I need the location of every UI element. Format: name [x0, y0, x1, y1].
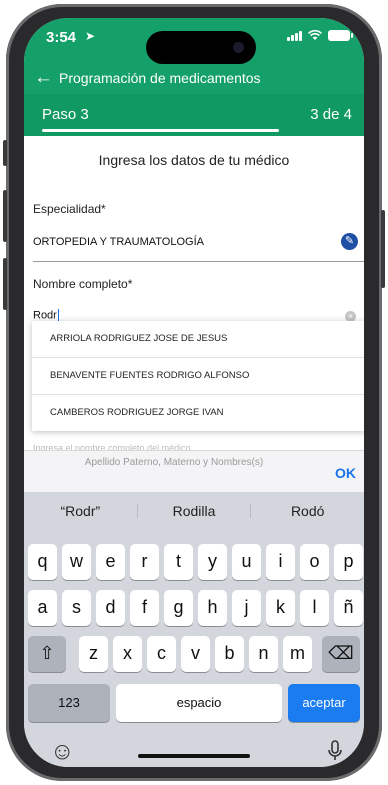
microphone-icon[interactable] — [327, 740, 343, 762]
app-title: Programación de medicamentos — [59, 70, 261, 86]
key-w[interactable]: w — [62, 544, 91, 580]
key-z[interactable]: z — [79, 636, 108, 672]
volume-up-button — [3, 190, 7, 242]
key-b[interactable]: b — [215, 636, 244, 672]
name-label: Nombre completo* — [33, 277, 133, 291]
power-button — [381, 210, 385, 288]
shift-key[interactable]: ⇧ — [28, 636, 66, 672]
emoji-icon[interactable]: ☺ — [50, 738, 75, 766]
home-indicator[interactable] — [138, 754, 250, 758]
status-time: 3:54 — [46, 29, 77, 46]
specialty-field-underline — [33, 261, 364, 262]
suggestion-option[interactable]: ARRIOLA RODRIGUEZ JOSE DE JESUS — [32, 321, 364, 358]
key-o[interactable]: o — [300, 544, 329, 580]
key-a[interactable]: a — [28, 590, 57, 626]
key-f[interactable]: f — [130, 590, 159, 626]
key-q[interactable]: q — [28, 544, 57, 580]
key-m[interactable]: m — [283, 636, 312, 672]
key-i[interactable]: i — [266, 544, 295, 580]
step-progress-bar — [42, 129, 279, 132]
volume-down-button — [3, 258, 7, 310]
suggestion-option[interactable]: BENAVENTE FUENTES RODRIGO ALFONSO — [32, 358, 364, 395]
backspace-icon: ⌫ — [328, 643, 354, 663]
key-s[interactable]: s — [62, 590, 91, 626]
key-u[interactable]: u — [232, 544, 261, 580]
key-x[interactable]: x — [113, 636, 142, 672]
key-y[interactable]: y — [198, 544, 227, 580]
specialty-label: Especialidad* — [33, 202, 106, 216]
step-count: 3 de 4 — [310, 106, 352, 123]
shift-icon: ⇧ — [39, 643, 55, 663]
numbers-key[interactable]: 123 — [28, 684, 110, 722]
pencil-icon[interactable]: ✎ — [341, 233, 358, 250]
suggestion-dropdown: ARRIOLA RODRIGUEZ JOSE DE JESUS BENAVENT… — [32, 321, 364, 431]
key-l[interactable]: l — [300, 590, 329, 626]
key-d[interactable]: d — [96, 590, 125, 626]
prediction-item[interactable]: Rodilla — [138, 498, 251, 524]
space-key[interactable]: espacio — [116, 684, 282, 722]
prediction-bar: “Rodr” Rodilla Rodó — [24, 498, 364, 524]
input-hint: Apellido Paterno, Materno y Nombres(s) — [84, 457, 264, 468]
key-j[interactable]: j — [232, 590, 261, 626]
key-t[interactable]: t — [164, 544, 193, 580]
specialty-value[interactable]: ORTOPEDIA Y TRAUMATOLOGÍA — [33, 236, 204, 248]
enter-key[interactable]: aceptar — [288, 684, 360, 722]
arrow-left-icon[interactable]: ← — [34, 67, 53, 89]
status-bar: 3:54 ➤ — [24, 18, 364, 66]
delete-key[interactable]: ⌫ — [322, 636, 360, 672]
prediction-item[interactable]: “Rodr” — [24, 498, 137, 524]
key-e[interactable]: e — [96, 544, 125, 580]
battery-icon — [328, 30, 353, 41]
wifi-icon — [308, 30, 322, 40]
step-label: Paso 3 — [42, 106, 89, 123]
key-p[interactable]: p — [334, 544, 363, 580]
ok-button[interactable]: OK — [335, 465, 356, 481]
form-title: Ingresa los datos de tu médico — [98, 152, 290, 168]
name-input-value: Rodr — [33, 309, 57, 322]
camera-icon — [233, 42, 244, 53]
key-h[interactable]: h — [198, 590, 227, 626]
keyboard: “Rodr” Rodilla Rodó q w e r t y u i o p … — [24, 492, 364, 767]
key-v[interactable]: v — [181, 636, 210, 672]
key-c[interactable]: c — [147, 636, 176, 672]
key-r[interactable]: r — [130, 544, 159, 580]
app-bar: ← Programación de medicamentos — [24, 66, 364, 94]
key-g[interactable]: g — [164, 590, 193, 626]
suggestion-option[interactable]: CAMBEROS RODRIGUEZ JORGE IVAN — [32, 395, 364, 431]
prediction-item[interactable]: Rodó — [251, 498, 364, 524]
key-n[interactable]: n — [249, 636, 278, 672]
step-header: Paso 3 3 de 4 — [24, 94, 364, 136]
screen: 3:54 ➤ ← Programación de medicamentos Pa… — [24, 18, 364, 767]
key-k[interactable]: k — [266, 590, 295, 626]
dynamic-island — [146, 31, 256, 64]
cellular-signal-icon — [287, 30, 302, 41]
mute-switch — [3, 140, 7, 166]
keyboard-accessory-bar: Apellido Paterno, Materno y Nombres(s) O… — [24, 450, 364, 493]
key-n-tilde[interactable]: ñ — [334, 590, 363, 626]
location-arrow-icon: ➤ — [85, 29, 96, 43]
